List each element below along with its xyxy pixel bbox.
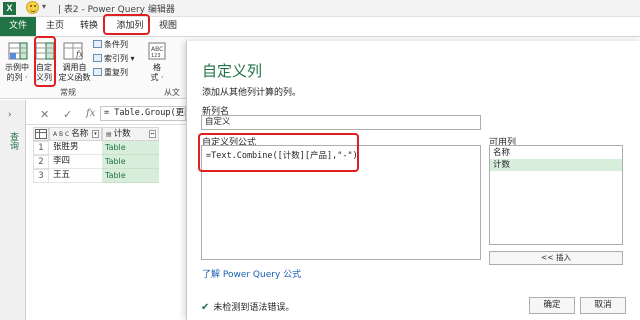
cell-name[interactable]: 李四 bbox=[49, 155, 102, 169]
formula-input[interactable]: = Table.Group(更改 bbox=[100, 106, 186, 121]
queries-pane-label: 查询 bbox=[8, 132, 18, 150]
learn-power-query-formulas-link[interactable]: 了解 Power Query 公式 bbox=[202, 267, 301, 280]
formula-cancel-icon[interactable]: ✕ bbox=[40, 108, 49, 121]
duplicate-column-label: 重复列 bbox=[104, 68, 128, 77]
chevron-right-icon[interactable]: › bbox=[8, 110, 12, 120]
table-row: 1 张胜男 Table bbox=[33, 141, 159, 155]
cell-name[interactable]: 王五 bbox=[49, 169, 102, 183]
dialog-description: 添加从其他列计算的列。 bbox=[202, 88, 302, 98]
format-icon[interactable]: ABC 123 bbox=[148, 42, 166, 60]
available-column-item[interactable]: 名称 bbox=[490, 147, 622, 159]
column-from-examples-button[interactable]: 示例中 的列 · bbox=[1, 63, 33, 83]
ribbon-group-from-text-label: 从文 bbox=[164, 88, 180, 97]
table-row: 2 李四 Table bbox=[33, 155, 159, 169]
index-column-icon bbox=[93, 54, 102, 62]
index-column-button[interactable]: 索引列 ▾ bbox=[93, 54, 135, 64]
duplicate-column-icon bbox=[93, 68, 102, 76]
column-header-name[interactable]: A B C 名称 ▾ bbox=[49, 127, 102, 141]
fx-icon[interactable]: fx bbox=[86, 108, 95, 119]
svg-text:ABC: ABC bbox=[151, 46, 163, 53]
filter-dropdown-icon[interactable]: ▾ bbox=[92, 130, 99, 138]
formula-confirm-icon[interactable]: ✓ bbox=[63, 108, 72, 121]
ok-button[interactable]: 确定 bbox=[529, 297, 575, 314]
row-number: 1 bbox=[33, 141, 49, 155]
column-header-count-label: 计数 bbox=[113, 129, 131, 139]
row-number: 3 bbox=[33, 169, 49, 183]
invoke-custom-function-button[interactable]: 调用自 定义函数 bbox=[57, 63, 92, 83]
smiley-feedback-icon[interactable] bbox=[26, 1, 39, 14]
expand-column-icon[interactable]: ⇔ bbox=[149, 130, 156, 138]
svg-text:123: 123 bbox=[151, 53, 161, 59]
dialog-title: 自定义列 bbox=[202, 62, 263, 80]
column-header-name-label: 名称 bbox=[71, 129, 89, 139]
format-button[interactable]: 格 式 · bbox=[147, 63, 167, 83]
highlight-box-custom-column bbox=[34, 36, 56, 87]
cell-count-table[interactable]: Table bbox=[102, 141, 159, 155]
row-number: 2 bbox=[33, 155, 49, 169]
quick-access-dropdown-icon[interactable]: ▾ bbox=[42, 2, 46, 11]
tab-view[interactable]: 视图 bbox=[155, 17, 181, 36]
excel-logo-icon: X bbox=[3, 2, 16, 15]
syntax-status: ✔ 未检测到语法错误。 bbox=[201, 300, 294, 313]
table-icon bbox=[35, 129, 47, 139]
conditional-column-icon bbox=[93, 40, 102, 48]
conditional-column-label: 条件列 bbox=[104, 40, 128, 49]
index-column-label: 索引列 ▾ bbox=[104, 54, 135, 63]
duplicate-column-button[interactable]: 重复列 bbox=[93, 68, 128, 78]
table-type-icon[interactable]: ▤ bbox=[106, 129, 112, 141]
column-from-examples-icon[interactable] bbox=[8, 42, 28, 60]
insert-button[interactable]: << 插入 bbox=[489, 251, 623, 265]
ribbon-group-general-label: 常规 bbox=[60, 88, 76, 97]
table-row: 3 王五 Table bbox=[33, 169, 159, 183]
cancel-button[interactable]: 取消 bbox=[580, 297, 626, 314]
column-header-count[interactable]: ▤ 计数 ⇔ bbox=[102, 127, 159, 141]
conditional-column-button[interactable]: 条件列 bbox=[93, 40, 128, 50]
cell-name[interactable]: 张胜男 bbox=[49, 141, 102, 155]
text-type-icon[interactable]: A B C bbox=[53, 129, 69, 141]
highlight-box-add-column-tab bbox=[103, 14, 150, 35]
syntax-status-text: 未检测到语法错误。 bbox=[213, 303, 295, 313]
cell-count-table[interactable]: Table bbox=[102, 169, 159, 183]
table-corner-menu-icon[interactable] bbox=[33, 127, 49, 141]
invoke-custom-function-icon[interactable]: fx bbox=[63, 42, 85, 60]
tab-transform[interactable]: 转换 bbox=[76, 17, 102, 36]
tab-home[interactable]: 主页 bbox=[42, 17, 68, 36]
svg-text:fx: fx bbox=[75, 50, 84, 59]
checkmark-icon: ✔ bbox=[201, 302, 210, 313]
available-column-item-selected[interactable]: 计数 bbox=[490, 159, 622, 171]
new-column-name-input[interactable]: 自定义 bbox=[201, 115, 481, 130]
highlight-box-formula bbox=[198, 133, 359, 172]
tab-file[interactable]: 文件 bbox=[0, 17, 36, 36]
cell-count-table[interactable]: Table bbox=[102, 155, 159, 169]
